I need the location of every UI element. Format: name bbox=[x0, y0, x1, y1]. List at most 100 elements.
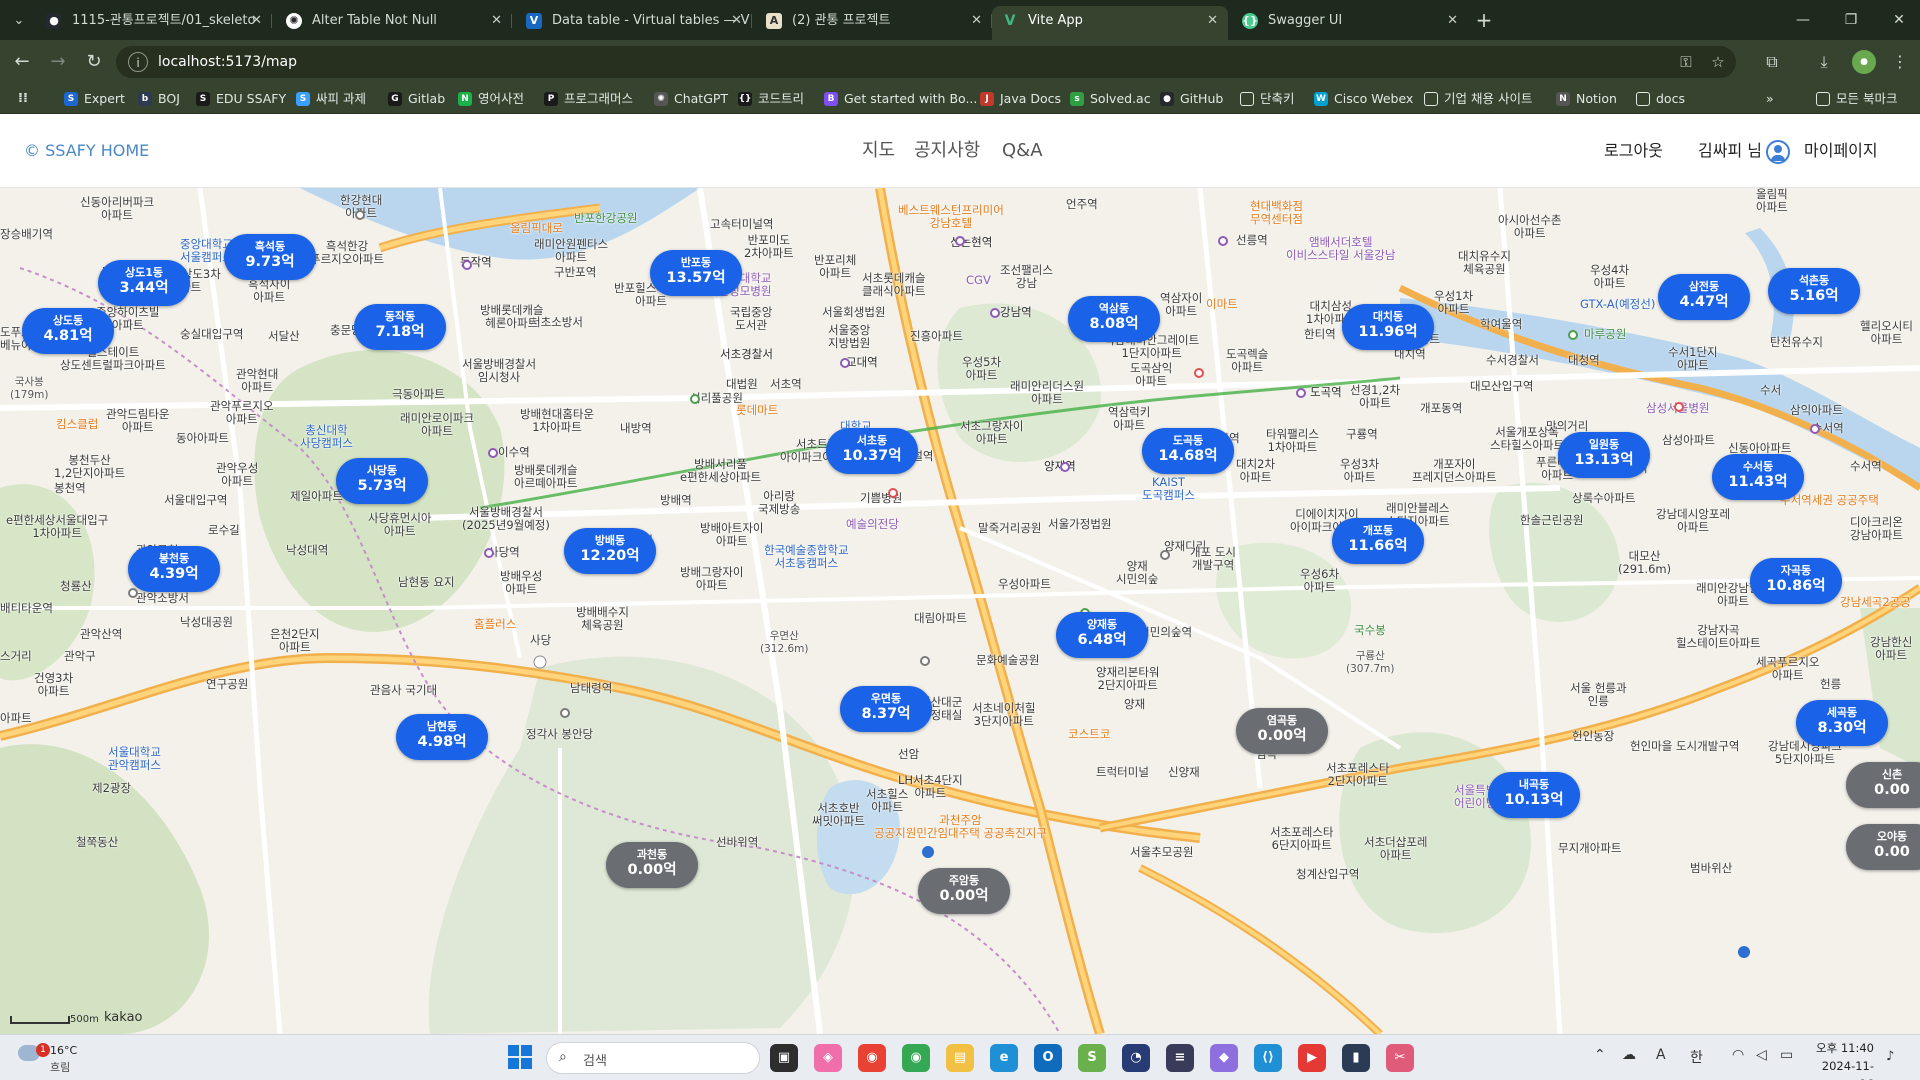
more-menu-icon[interactable]: ⋮ bbox=[1886, 48, 1914, 76]
logout-link[interactable]: 로그아웃 bbox=[1604, 114, 1663, 188]
site-info-icon[interactable]: i bbox=[128, 52, 148, 72]
kakao-map[interactable]: 신동아리버파크아파트 한강현대아파트 올림픽대로 반포한강공원 래미안원펜타스아… bbox=[0, 188, 1920, 1034]
volume-icon[interactable]: ◁ bbox=[1756, 1047, 1767, 1063]
bookmark-expert[interactable]: S Expert bbox=[64, 88, 125, 110]
bookmark-folder-jobs[interactable]: 기업 채용 사이트 bbox=[1424, 88, 1532, 110]
minimize-button[interactable]: — bbox=[1788, 8, 1818, 32]
nav-qna[interactable]: Q&A bbox=[1002, 114, 1043, 188]
bookmarks-overflow-chevron-icon[interactable]: » bbox=[1766, 88, 1774, 110]
close-icon[interactable]: ✕ bbox=[731, 6, 742, 36]
notification-bell-icon[interactable]: ♪ bbox=[1886, 1049, 1902, 1065]
bookmark-notion[interactable]: N Notion bbox=[1556, 88, 1617, 110]
price-marker[interactable]: 상도동 4.81억 bbox=[22, 308, 114, 354]
price-marker[interactable]: 사당동 5.73억 bbox=[336, 458, 428, 504]
browser-tab[interactable]: A (2) 관통 프로젝트 ✕ bbox=[756, 6, 992, 36]
bookmark-programmers[interactable]: P 프로그래머스 bbox=[544, 88, 633, 110]
obsidian-icon[interactable]: ◆ bbox=[1210, 1044, 1238, 1072]
price-marker[interactable]: 내곡동 10.13억 bbox=[1488, 772, 1580, 818]
battery-icon[interactable]: ▭ bbox=[1780, 1047, 1793, 1063]
all-bookmarks-folder[interactable]: 모든 북마크 bbox=[1816, 88, 1897, 110]
price-marker[interactable]: 삼전동 4.47억 bbox=[1658, 274, 1750, 320]
ime-indicator[interactable]: 한 bbox=[1690, 1047, 1703, 1067]
nav-map[interactable]: 지도 bbox=[862, 114, 895, 188]
password-key-icon[interactable]: ⚿ bbox=[1676, 52, 1696, 72]
bookmark-chatgpt[interactable]: ✺ ChatGPT bbox=[654, 88, 728, 110]
price-marker[interactable]: 일원동 13.13억 bbox=[1558, 432, 1650, 478]
bookmark-ssafy-task[interactable]: S 싸피 과제 bbox=[296, 88, 366, 110]
price-marker[interactable]: 대치동 11.96억 bbox=[1342, 304, 1434, 350]
chrome-profile-icon[interactable]: ◉ bbox=[902, 1044, 930, 1072]
url-text[interactable]: localhost:5173/map bbox=[158, 46, 297, 78]
user-circle-icon[interactable] bbox=[1766, 140, 1790, 164]
price-marker[interactable]: 세곡동 8.30억 bbox=[1796, 700, 1888, 746]
system-clock[interactable]: 오후 11:40 2024-11-16 bbox=[1816, 1039, 1874, 1080]
price-marker[interactable]: 상도1동 3.44억 bbox=[98, 260, 190, 306]
price-marker[interactable]: 도곡동 14.68억 bbox=[1142, 428, 1234, 474]
browser-tab-active[interactable]: V Vite App ✕ bbox=[992, 6, 1228, 40]
price-marker[interactable]: 오야동 0.00 bbox=[1846, 824, 1920, 870]
price-marker[interactable]: 수서동 11.43억 bbox=[1712, 454, 1804, 500]
price-marker[interactable]: 역삼동 8.08억 bbox=[1068, 296, 1160, 342]
bookmark-solved-ac[interactable]: s Solved.ac bbox=[1070, 88, 1151, 110]
close-icon[interactable]: ✕ bbox=[971, 6, 982, 36]
wifi-icon[interactable]: ◠ bbox=[1732, 1047, 1744, 1063]
reload-button[interactable]: ↻ bbox=[80, 48, 108, 76]
task-view-icon[interactable]: ▣ bbox=[770, 1044, 798, 1072]
price-marker[interactable]: 남현동 4.98억 bbox=[396, 714, 488, 760]
bookmark-dictionary[interactable]: N 영어사전 bbox=[458, 88, 524, 110]
bookmark-java-docs[interactable]: J Java Docs bbox=[980, 88, 1061, 110]
tray-chevron-up-icon[interactable]: ⌃ bbox=[1594, 1047, 1606, 1063]
forward-button[interactable]: → bbox=[44, 48, 72, 76]
price-marker[interactable]: 서초동 10.37억 bbox=[826, 428, 918, 474]
price-marker[interactable]: 신촌 0.00 bbox=[1846, 762, 1920, 808]
browser-tab[interactable]: V Data table - Virtual tables — V ✕ bbox=[516, 6, 752, 36]
price-marker[interactable]: 우면동 8.37억 bbox=[840, 686, 932, 732]
bookmark-folder-shortcuts[interactable]: 단축키 bbox=[1240, 88, 1295, 110]
onedrive-icon[interactable]: ☁ bbox=[1622, 1047, 1636, 1063]
outlook-icon[interactable]: O bbox=[1034, 1044, 1062, 1072]
browser-tab[interactable]: ● 1115-관통프로젝트/01_skeleto ✕ bbox=[36, 6, 272, 36]
youtube-icon[interactable]: ▶ bbox=[1298, 1044, 1326, 1072]
bookmark-folder-docs[interactable]: docs bbox=[1636, 88, 1685, 110]
windows-start-icon[interactable] bbox=[508, 1045, 532, 1069]
bookmark-gitlab[interactable]: G Gitlab bbox=[388, 88, 445, 110]
back-button[interactable]: ← bbox=[8, 48, 36, 76]
price-marker[interactable]: 석촌동 5.16억 bbox=[1768, 268, 1860, 314]
file-explorer-icon[interactable]: ▤ bbox=[946, 1044, 974, 1072]
snipping-tool-icon[interactable]: ✂ bbox=[1386, 1044, 1414, 1072]
new-tab-button[interactable]: + bbox=[1470, 6, 1498, 34]
sts-icon[interactable]: S bbox=[1078, 1044, 1106, 1072]
nav-notice[interactable]: 공지사항 bbox=[914, 114, 980, 188]
bookmark-boj[interactable]: b BOJ bbox=[138, 88, 180, 110]
bookmark-bootstrap[interactable]: B Get started with Bo... bbox=[824, 88, 977, 110]
close-icon[interactable]: ✕ bbox=[251, 6, 262, 36]
extensions-icon[interactable]: ⧉ bbox=[1758, 48, 1786, 76]
bookmark-star-icon[interactable]: ☆ bbox=[1708, 52, 1728, 72]
app-icon[interactable]: ≡ bbox=[1166, 1044, 1194, 1072]
price-marker[interactable]: 자곡동 10.86억 bbox=[1750, 558, 1842, 604]
mypage-link[interactable]: 마이페이지 bbox=[1804, 114, 1878, 188]
close-icon[interactable]: ✕ bbox=[1207, 6, 1218, 36]
apps-grid-icon[interactable]: ⁞⁞ bbox=[16, 88, 36, 110]
terminal-icon[interactable]: ▮ bbox=[1342, 1044, 1370, 1072]
clock-app-icon[interactable]: ◔ bbox=[1122, 1044, 1150, 1072]
download-icon[interactable]: ⤓ bbox=[1810, 48, 1838, 76]
vscode-icon[interactable]: ⟨⟩ bbox=[1254, 1044, 1282, 1072]
price-marker[interactable]: 염곡동 0.00억 bbox=[1236, 708, 1328, 754]
restore-button[interactable]: ❐ bbox=[1836, 8, 1866, 32]
weather-widget[interactable]: 1 16°C 흐림 bbox=[14, 1041, 94, 1075]
tab-search-chevron-icon[interactable]: ⌄ bbox=[6, 8, 32, 34]
close-icon[interactable]: ✕ bbox=[1447, 6, 1458, 36]
price-marker[interactable]: 양재동 6.48억 bbox=[1056, 612, 1148, 658]
input-indicator-a[interactable]: A bbox=[1656, 1047, 1666, 1063]
edge-icon[interactable]: e bbox=[990, 1044, 1018, 1072]
profile-avatar[interactable]: ● bbox=[1852, 50, 1876, 74]
price-marker[interactable]: 방배동 12.20억 bbox=[564, 528, 656, 574]
close-icon[interactable]: ✕ bbox=[491, 6, 502, 36]
bookmark-edu-ssafy[interactable]: S EDU SSAFY bbox=[196, 88, 286, 110]
brand-link[interactable]: © SSAFY HOME bbox=[24, 114, 149, 188]
bookmark-codetree[interactable]: {} 코드트리 bbox=[738, 88, 804, 110]
price-marker[interactable]: 개포동 11.66억 bbox=[1332, 518, 1424, 564]
price-marker[interactable]: 흑석동 9.73억 bbox=[224, 234, 316, 280]
taskbar-search[interactable]: ⌕ 검색 bbox=[546, 1042, 760, 1074]
